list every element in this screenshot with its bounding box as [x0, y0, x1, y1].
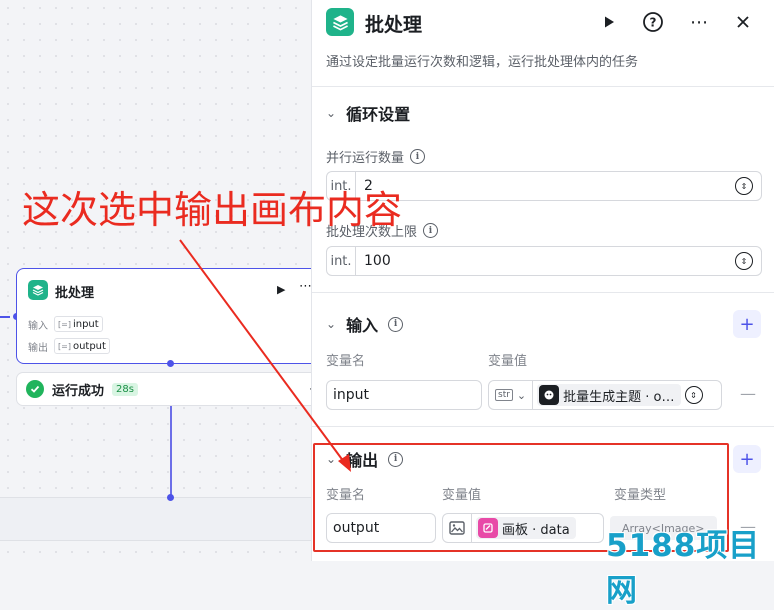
- node-input-label: 输入: [28, 320, 48, 332]
- chevron-down-icon[interactable]: ⌄: [517, 389, 526, 402]
- input-value-field[interactable]: str ⌄ 批量生成主题 · o… ⇕: [488, 380, 722, 410]
- chevron-down-icon[interactable]: ⌄: [326, 317, 336, 331]
- inputs-header[interactable]: ⌄ 输入 i: [326, 312, 404, 336]
- help-button[interactable]: ?: [640, 9, 666, 35]
- parallel-count-label: 并行运行数量 i: [326, 147, 426, 166]
- divider: [312, 86, 774, 87]
- chevron-down-icon[interactable]: ⌄: [326, 106, 336, 120]
- input-value-column: 变量值: [488, 354, 528, 369]
- run-status-text: 运行成功: [52, 383, 105, 399]
- batch-icon: [28, 280, 48, 300]
- canvas-lower-area: [0, 497, 320, 541]
- list-icon: [=]: [58, 341, 71, 351]
- info-icon[interactable]: i: [410, 149, 426, 164]
- input-name-field[interactable]: input: [326, 380, 482, 410]
- batch-node[interactable]: 批处理 ▶ ⋯ 输入 [=] input 输出 [=] output: [16, 268, 326, 364]
- run-status-card[interactable]: 运行成功 28s ⌄: [16, 372, 326, 406]
- remove-input-button[interactable]: —: [740, 384, 756, 403]
- canvas-board-icon: [478, 518, 498, 538]
- batch-body-edge: [170, 406, 172, 498]
- output-value-field[interactable]: 画板 · data: [442, 513, 604, 543]
- output-name-field[interactable]: output: [326, 513, 436, 543]
- divider: [312, 292, 774, 293]
- outputs-title: 输出: [346, 451, 379, 470]
- output-name-column: 变量名: [326, 488, 366, 503]
- add-input-button[interactable]: +: [733, 310, 761, 338]
- add-output-button[interactable]: +: [733, 445, 761, 473]
- node-input-row: 输入 [=] input: [28, 316, 103, 332]
- stepper-icon[interactable]: ⇕: [684, 386, 703, 404]
- outputs-header[interactable]: ⌄ 输出 i: [326, 447, 404, 471]
- output-port[interactable]: [167, 360, 174, 367]
- batch-limit-input[interactable]: int. 100 ⇕: [326, 246, 762, 276]
- node-settings-panel: 批处理 ? ⋯ 通过设定批量运行次数和逻辑，运行批处理体内的任务 ⌄ 循环设置 …: [311, 0, 774, 561]
- success-check-icon: [26, 380, 44, 398]
- chevron-down-icon[interactable]: ⌄: [326, 452, 336, 466]
- panel-title: 批处理: [365, 14, 423, 36]
- node-output-tag: [=] output: [54, 338, 110, 354]
- batch-icon: [326, 8, 354, 36]
- output-type-column: 变量类型: [614, 488, 667, 503]
- parallel-count-value[interactable]: 2: [356, 178, 735, 194]
- more-button[interactable]: ⋯: [686, 9, 712, 35]
- watermark-logo: 5188项目网: [606, 528, 761, 609]
- incoming-edge: [0, 316, 10, 318]
- panel-description: 通过设定批量运行次数和逻辑，运行批处理体内的任务: [326, 55, 639, 70]
- loop-settings-title: 循环设置: [346, 105, 411, 124]
- run-button[interactable]: [596, 9, 622, 35]
- image-type-icon[interactable]: [443, 514, 472, 542]
- type-select[interactable]: str ⌄: [489, 381, 534, 409]
- node-title: 批处理: [55, 286, 95, 301]
- output-value-column: 变量值: [442, 488, 482, 503]
- node-input-tag: [=] input: [54, 316, 103, 332]
- input-name-column: 变量名: [326, 354, 366, 369]
- node-avatar-icon: [539, 385, 560, 405]
- panel-header: 批处理 ? ⋯: [312, 0, 774, 44]
- run-duration-badge: 28s: [112, 382, 138, 396]
- list-icon: [=]: [58, 319, 71, 329]
- annotation-callout: 这次选中输出画布内容: [22, 188, 403, 232]
- info-icon[interactable]: i: [388, 451, 404, 467]
- output-reference-chip[interactable]: 画板 · data: [476, 517, 576, 539]
- svg-text:?: ?: [650, 16, 657, 30]
- batch-limit-value[interactable]: 100: [356, 253, 735, 269]
- inputs-title: 输入: [346, 316, 379, 335]
- node-output-row: 输出 [=] output: [28, 338, 110, 354]
- stepper-icon[interactable]: ⇕: [735, 177, 753, 195]
- int-type-badge: int.: [327, 247, 356, 275]
- batch-body-port[interactable]: [167, 494, 174, 501]
- loop-settings-header[interactable]: ⌄ 循环设置: [326, 101, 410, 125]
- play-icon[interactable]: ▶: [277, 283, 285, 296]
- input-reference-chip[interactable]: 批量生成主题 · o…: [537, 384, 681, 406]
- stepper-icon[interactable]: ⇕: [735, 252, 753, 270]
- info-icon[interactable]: i: [423, 223, 439, 238]
- divider: [312, 426, 774, 427]
- info-icon[interactable]: i: [388, 316, 404, 332]
- close-button[interactable]: [730, 9, 756, 35]
- node-output-label: 输出: [28, 342, 48, 354]
